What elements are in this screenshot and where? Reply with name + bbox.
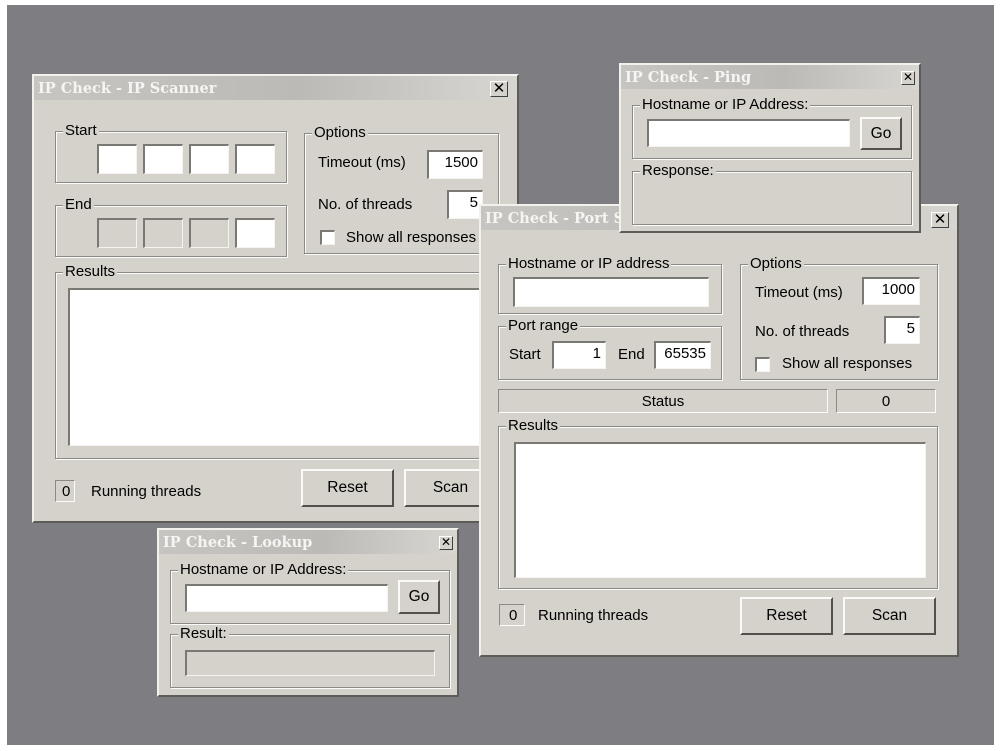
port-scan-button-label: Scan [871,607,908,624]
port-status-count: 0 [836,389,936,413]
lookup-window: IP Check - Lookup ✕ Hostname or IP Addre… [157,528,459,697]
start-ip-octet-3[interactable] [189,144,229,174]
ping-host-group: Hostname or IP Address: Go [632,96,912,159]
ping-go-button[interactable]: Go [860,117,902,150]
lookup-result-label: Result: [178,625,229,642]
end-ip-octet-4[interactable] [235,218,275,248]
port-host-group: Hostname or IP address [498,255,722,314]
close-icon: ✕ [902,70,914,84]
scanner-show-all-label: Show all responses [346,229,477,246]
scanner-show-all-checkbox[interactable] [320,230,335,245]
ping-host-input[interactable] [647,119,850,147]
end-ip-group: End [55,196,287,257]
ping-titlebar[interactable]: IP Check - Ping ✕ [621,65,919,89]
ip-scanner-titlebar[interactable]: IP Check - IP Scanner ✕ [34,76,517,100]
lookup-host-label: Hostname or IP Address: [178,561,349,578]
ping-window: IP Check - Ping ✕ Hostname or IP Address… [619,63,921,233]
scanner-options-group: Options Timeout (ms) 1500 No. of threads… [304,124,499,254]
start-ip-octet-4[interactable] [235,144,275,174]
port-running-label: Running threads [538,607,649,624]
ip-scanner-title: IP Check - IP Scanner [38,80,217,97]
ip-scanner-window: IP Check - IP Scanner ✕ Start End Option… [32,74,519,523]
port-reset-button-label: Reset [766,607,807,624]
ping-title: IP Check - Ping [625,69,752,86]
port-scanner-close-button[interactable]: ✕ [931,212,949,228]
port-options-group: Options Timeout (ms) 1000 No. of threads… [740,255,938,380]
lookup-host-input[interactable] [185,584,388,612]
scanner-results-group: Results [55,263,499,459]
port-start-input[interactable]: 1 [552,341,606,369]
port-start-label: Start [509,346,541,363]
scanner-reset-button[interactable]: Reset [301,469,394,507]
close-icon: ✕ [933,210,947,228]
ip-scanner-close-button[interactable]: ✕ [490,81,508,97]
lookup-host-group: Hostname or IP Address: Go [170,561,450,624]
port-results-label: Results [506,417,561,434]
lookup-close-button[interactable]: ✕ [439,536,453,550]
port-results-list[interactable] [514,442,926,578]
end-ip-octet-2 [143,218,183,248]
scanner-reset-button-label: Reset [327,479,368,496]
start-ip-octet-2[interactable] [143,144,183,174]
lookup-titlebar[interactable]: IP Check - Lookup ✕ [159,530,457,554]
port-threads-input[interactable]: 5 [884,316,920,344]
start-ip-octet-1[interactable] [97,144,137,174]
scanner-results-label: Results [63,263,118,280]
scanner-options-label: Options [312,124,368,141]
scanner-timeout-label: Timeout (ms) [318,154,406,171]
start-ip-label: Start [63,122,99,139]
port-timeout-label: Timeout (ms) [755,284,843,301]
end-ip-octet-3 [189,218,229,248]
lookup-result-group: Result: [170,625,450,688]
port-show-all-label: Show all responses [782,355,913,372]
port-scan-button[interactable]: Scan [843,597,936,635]
lookup-result-field [185,650,435,676]
port-host-input[interactable] [513,277,709,307]
scanner-running-label: Running threads [91,483,202,500]
port-host-label: Hostname or IP address [506,255,672,272]
port-threads-label: No. of threads [755,323,850,340]
port-status-text: Status [498,389,828,413]
start-ip-group: Start [55,122,287,183]
port-end-input[interactable]: 65535 [654,341,711,369]
end-ip-label: End [63,196,94,213]
close-icon: ✕ [440,535,452,549]
port-options-label: Options [748,255,804,272]
ping-host-label: Hostname or IP Address: [640,96,811,113]
close-icon: ✕ [492,79,506,97]
port-range-group: Port range Start 1 End 65535 [498,317,722,380]
port-results-group: Results [498,417,938,589]
ping-close-button[interactable]: ✕ [901,71,915,85]
port-end-label: End [618,346,645,363]
port-scanner-window: IP Check - Port Scanner ✕ Hostname or IP… [479,204,959,657]
port-show-all-checkbox[interactable] [755,357,770,372]
ping-go-button-label: Go [870,124,892,142]
scanner-scan-button-label: Scan [432,479,469,496]
scanner-threads-input[interactable]: 5 [447,190,483,219]
port-reset-button[interactable]: Reset [740,597,833,635]
ping-response-label: Response: [640,162,716,179]
port-range-label: Port range [506,317,581,334]
ping-response-group: Response: [632,162,912,225]
port-running-count: 0 [499,604,525,626]
end-ip-octet-1 [97,218,137,248]
scanner-timeout-input[interactable]: 1500 [427,150,483,179]
lookup-title: IP Check - Lookup [163,534,313,551]
lookup-go-button[interactable]: Go [398,580,440,614]
scanner-results-list[interactable] [68,288,488,446]
scanner-running-count: 0 [55,480,75,502]
lookup-go-button-label: Go [408,588,430,605]
port-timeout-input[interactable]: 1000 [862,277,920,305]
scanner-threads-label: No. of threads [318,196,413,213]
